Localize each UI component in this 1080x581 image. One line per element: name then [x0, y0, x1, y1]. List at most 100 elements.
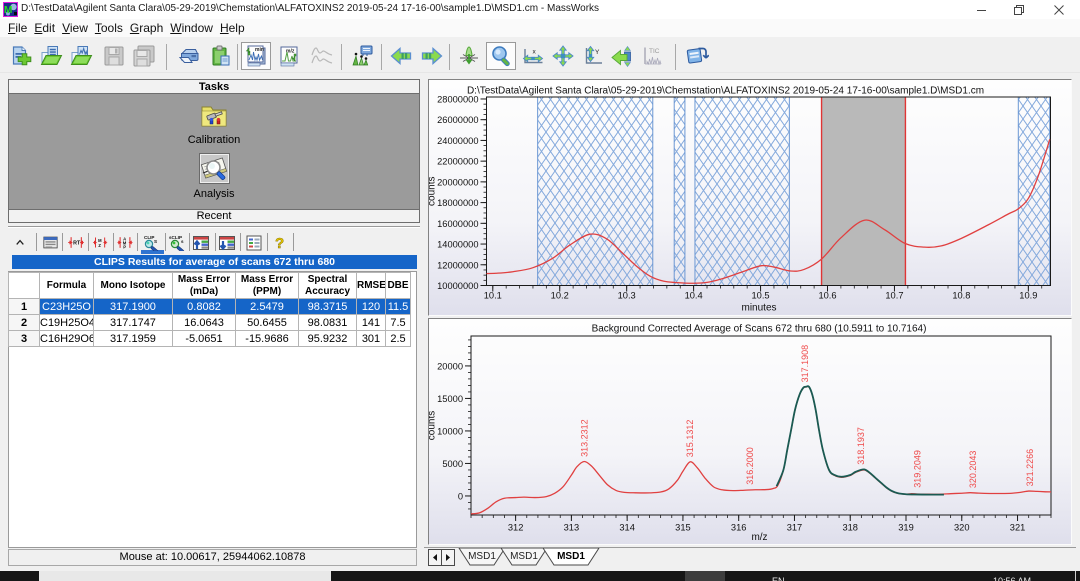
print-button[interactable]	[174, 42, 204, 70]
table-cell[interactable]: C23H25O	[40, 299, 94, 315]
table-cell[interactable]: 0.8082	[173, 299, 236, 315]
spectrum-view-button[interactable]: m/z	[274, 42, 304, 70]
taskbar-language-indicator[interactable]: EN	[772, 576, 785, 581]
save-all-button[interactable]	[129, 42, 159, 70]
export-table-button[interactable]	[192, 232, 210, 252]
minimize-button[interactable]	[967, 0, 997, 19]
spectrum-chart[interactable]: 3123133143153163173183193203210500010000…	[429, 319, 1071, 544]
close-button[interactable]	[1044, 0, 1074, 19]
amp-range-button[interactable]: AMP	[117, 232, 133, 252]
zoom-out-full-button[interactable]	[454, 42, 484, 70]
col-header[interactable]: Formula	[40, 273, 94, 299]
previous-range-button[interactable]	[607, 42, 637, 70]
plot-area[interactable]	[429, 319, 1071, 544]
clips-results-table[interactable]: FormulaMono IsotopeMass Error(mDa)Mass E…	[8, 272, 411, 347]
col-header[interactable]: RMSE	[357, 273, 386, 299]
table-cell[interactable]: 301	[357, 331, 386, 347]
table-cell[interactable]: 95.9232	[299, 331, 357, 347]
paste-button[interactable]	[206, 42, 236, 70]
y-tick-label: 0	[458, 491, 463, 501]
table-cell[interactable]: 1	[9, 299, 40, 315]
table-cell[interactable]: C16H29O6	[40, 331, 94, 347]
list-view-button[interactable]	[43, 232, 58, 252]
table-cell[interactable]: C19H25O4	[40, 315, 94, 331]
open-data-button[interactable]	[66, 42, 96, 70]
restore-button[interactable]	[1004, 0, 1034, 19]
chromatogram-view-button[interactable]: min	[241, 42, 271, 70]
col-header[interactable]: Mono Isotope	[94, 273, 173, 299]
table-cell[interactable]: 141	[357, 315, 386, 331]
menu-file[interactable]: File	[5, 20, 30, 36]
col-header[interactable]: SpectralAccuracy	[299, 273, 357, 299]
table-cell[interactable]: -15.9686	[236, 331, 299, 347]
document-tab[interactable]: MSD1	[500, 548, 548, 566]
table-cell[interactable]: 2.5479	[236, 299, 299, 315]
col-header[interactable]: Mass Error(PPM)	[236, 273, 299, 299]
zoom-x-button[interactable]: x	[518, 42, 548, 70]
rt-range-button[interactable]: RT	[68, 232, 84, 252]
new-file-button[interactable]	[6, 42, 36, 70]
tic-button[interactable]: TIC	[637, 42, 667, 70]
taskbar-tray-button[interactable]	[685, 571, 725, 581]
tab-scroll-right-button[interactable]	[441, 549, 455, 566]
report-button[interactable]	[245, 232, 263, 252]
mz-range-button[interactable]: MZ	[93, 232, 108, 252]
peaks-report-button[interactable]	[347, 42, 377, 70]
table-cell[interactable]: 317.1747	[94, 315, 173, 331]
table-cell[interactable]: 2	[9, 315, 40, 331]
task-analysis[interactable]: Analysis	[150, 153, 278, 200]
overlay-view-button[interactable]	[307, 42, 337, 70]
clips-button[interactable]: CLIPS	[139, 232, 163, 252]
spectrum-chart-panel[interactable]: 3123133143153163173183193203210500010000…	[428, 318, 1072, 545]
collapse-button[interactable]	[12, 232, 29, 252]
taskbar-clock[interactable]: 10:56 AM	[993, 576, 1031, 581]
menu-window[interactable]: Window	[167, 20, 216, 36]
zoom-button[interactable]	[486, 42, 516, 70]
selected-scan-region[interactable]	[822, 97, 906, 286]
table-cell[interactable]: 2.5	[386, 331, 411, 347]
tab-scroll-left-button[interactable]	[428, 549, 442, 566]
zoom-y-button[interactable]: Y	[578, 42, 608, 70]
save-button[interactable]	[99, 42, 129, 70]
table-cell[interactable]: 317.1959	[94, 331, 173, 347]
x-tick-label: 10.9	[1019, 291, 1037, 301]
table-cell[interactable]: 98.0831	[299, 315, 357, 331]
col-header[interactable]: Mass Error(mDa)	[173, 273, 236, 299]
table-cell[interactable]: -5.0651	[173, 331, 236, 347]
task-calibration[interactable]: Calibration	[150, 104, 278, 146]
table-cell[interactable]: 317.1900	[94, 299, 173, 315]
peak-label: 318.1937	[856, 427, 866, 465]
menu-graph[interactable]: Graph	[127, 20, 166, 36]
menu-edit[interactable]: Edit	[31, 20, 58, 36]
hatched-region	[674, 97, 685, 286]
menu-view[interactable]: View	[59, 20, 91, 36]
table-cell[interactable]: 98.3715	[299, 299, 357, 315]
table-row[interactable]: 1C23H25O317.19000.80822.547998.371512011…	[9, 299, 411, 315]
table-cell[interactable]: 3	[9, 331, 40, 347]
sclips-button[interactable]: sCLIPs	[167, 232, 188, 252]
batch-button[interactable]	[682, 42, 712, 70]
document-tab[interactable]: MSD1	[458, 548, 506, 566]
table-cell[interactable]: 11.5	[386, 299, 411, 315]
table-row[interactable]: 2C19H25O4317.174716.064350.645598.083114…	[9, 315, 411, 331]
menu-tools[interactable]: Tools	[92, 20, 126, 36]
table-cell[interactable]: 50.6455	[236, 315, 299, 331]
menu-help[interactable]: Help	[217, 20, 248, 36]
table-cell[interactable]: 7.5	[386, 315, 411, 331]
open-file-button[interactable]	[36, 42, 66, 70]
col-header[interactable]	[9, 273, 40, 299]
pan-button[interactable]	[548, 42, 578, 70]
table-cell[interactable]: 120	[357, 299, 386, 315]
forward-button[interactable]	[417, 42, 447, 70]
table-cell[interactable]: 16.0643	[173, 315, 236, 331]
new-file-icon	[9, 44, 33, 68]
import-table-button[interactable]	[218, 232, 236, 252]
taskbar-app-button[interactable]	[39, 571, 331, 581]
chromatogram-chart[interactable]: 10.110.210.310.410.510.610.710.810.91000…	[429, 80, 1071, 315]
table-row[interactable]: 3C16H29O6317.1959-5.0651-15.968695.92323…	[9, 331, 411, 347]
chromatogram-chart-panel[interactable]: 10.110.210.310.410.510.610.710.810.91000…	[428, 79, 1072, 316]
col-header[interactable]: DBE	[386, 273, 411, 299]
help-button[interactable]: ?	[271, 232, 289, 252]
document-tab-active[interactable]: MSD1	[542, 548, 600, 566]
back-button[interactable]	[386, 42, 416, 70]
